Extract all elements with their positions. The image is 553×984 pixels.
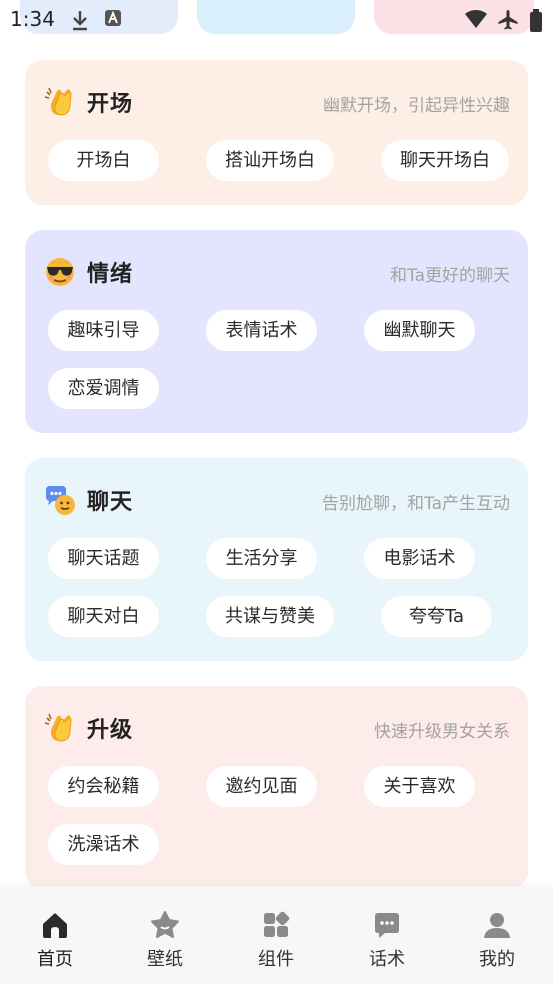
section-subtitle: 快速升级男女关系	[374, 722, 510, 742]
tag-chip[interactable]: 洗澡话术	[48, 824, 159, 865]
tag-chip[interactable]: 表情话术	[206, 310, 317, 351]
tag-chip[interactable]: 邀约见面	[206, 766, 317, 807]
tag-list: 约会秘籍 邀约见面 关于喜欢 洗澡话术	[48, 766, 518, 882]
section-card-opening: 开场 幽默开场，引起异性兴趣 开场白 搭讪开场白 聊天开场白	[25, 60, 528, 205]
download-icon	[73, 11, 87, 31]
tag-chip[interactable]: 关于喜欢	[364, 766, 475, 807]
nav-label: 壁纸	[147, 949, 183, 970]
tag-chip[interactable]: 夸夸Ta	[381, 596, 492, 637]
status-bar: 1:34	[0, 0, 553, 40]
battery-icon	[530, 9, 542, 32]
section-title: 升级	[87, 718, 134, 743]
nav-label: 我的	[479, 949, 515, 970]
section-title: 情绪	[87, 262, 134, 287]
nav-item-home[interactable]: 首页	[0, 886, 110, 984]
section-title: 聊天	[87, 490, 134, 515]
wifi-icon	[465, 9, 487, 28]
tag-chip[interactable]: 恋爱调情	[48, 368, 159, 409]
tag-chip[interactable]: 生活分享	[206, 538, 317, 579]
nav-label: 话术	[369, 949, 405, 970]
section-title: 开场	[87, 92, 134, 117]
star-icon	[151, 911, 179, 938]
tag-chip[interactable]: 聊天开场白	[381, 140, 509, 181]
nav-item-profile[interactable]: 我的	[442, 886, 552, 984]
airplane-icon	[498, 10, 518, 30]
chat-bubbles-icon	[46, 486, 75, 515]
tag-chip[interactable]: 电影话术	[364, 538, 475, 579]
section-card-emotion: 情绪 和Ta更好的聊天 趣味引导 表情话术 幽默聊天 恋爱调情	[25, 230, 528, 433]
status-time: 1:34	[10, 7, 55, 31]
tag-chip[interactable]: 聊天话题	[48, 538, 159, 579]
tag-chip[interactable]: 开场白	[48, 140, 159, 181]
section-subtitle: 和Ta更好的聊天	[390, 266, 510, 286]
nav-item-wallpaper[interactable]: 壁纸	[110, 886, 220, 984]
home-icon	[43, 913, 67, 938]
nav-item-widgets[interactable]: 组件	[221, 886, 331, 984]
section-subtitle: 幽默开场，引起异性兴趣	[323, 96, 510, 116]
nav-label: 组件	[258, 949, 294, 970]
widgets-icon	[264, 911, 290, 937]
clapping-hands-icon	[44, 87, 72, 116]
nav-item-scripts[interactable]: 话术	[332, 886, 442, 984]
tag-chip[interactable]: 幽默聊天	[364, 310, 475, 351]
section-header: 开场 幽默开场，引起异性兴趣	[43, 84, 510, 118]
tag-chip[interactable]: 搭讪开场白	[206, 140, 334, 181]
section-header: 升级 快速升级男女关系	[43, 710, 510, 744]
tag-chip[interactable]: 共谋与赞美	[206, 596, 334, 637]
app-screen: 1:34 开场 幽默开场，引起异性兴趣 开场白 搭讪开场白 聊天开场白 情绪 和…	[0, 0, 553, 984]
section-header: 情绪 和Ta更好的聊天	[43, 254, 510, 288]
section-header: 聊天 告别尬聊，和Ta产生互动	[43, 482, 510, 516]
sunglasses-face-icon	[46, 258, 74, 286]
tag-list: 开场白 搭讪开场白 聊天开场白	[48, 140, 518, 198]
app-badge-icon	[105, 10, 121, 26]
clapping-hands-icon	[44, 713, 72, 742]
chat-icon	[375, 913, 399, 938]
tag-chip[interactable]: 趣味引导	[48, 310, 159, 351]
section-card-upgrade: 升级 快速升级男女关系 约会秘籍 邀约见面 关于喜欢 洗澡话术	[25, 686, 528, 889]
tag-list: 趣味引导 表情话术 幽默聊天 恋爱调情	[48, 310, 518, 426]
section-card-chat: 聊天 告别尬聊，和Ta产生互动 聊天话题 生活分享 电影话术 聊天对白 共谋与赞…	[25, 458, 528, 661]
nav-label: 首页	[37, 949, 73, 970]
tag-chip[interactable]: 聊天对白	[48, 596, 159, 637]
section-subtitle: 告别尬聊，和Ta产生互动	[322, 494, 510, 514]
tag-list: 聊天话题 生活分享 电影话术 聊天对白 共谋与赞美 夸夸Ta	[48, 538, 518, 654]
bottom-navigation: 首页 壁纸 组件 话术 我的	[0, 886, 553, 984]
profile-icon	[484, 913, 510, 938]
tag-chip[interactable]: 约会秘籍	[48, 766, 159, 807]
